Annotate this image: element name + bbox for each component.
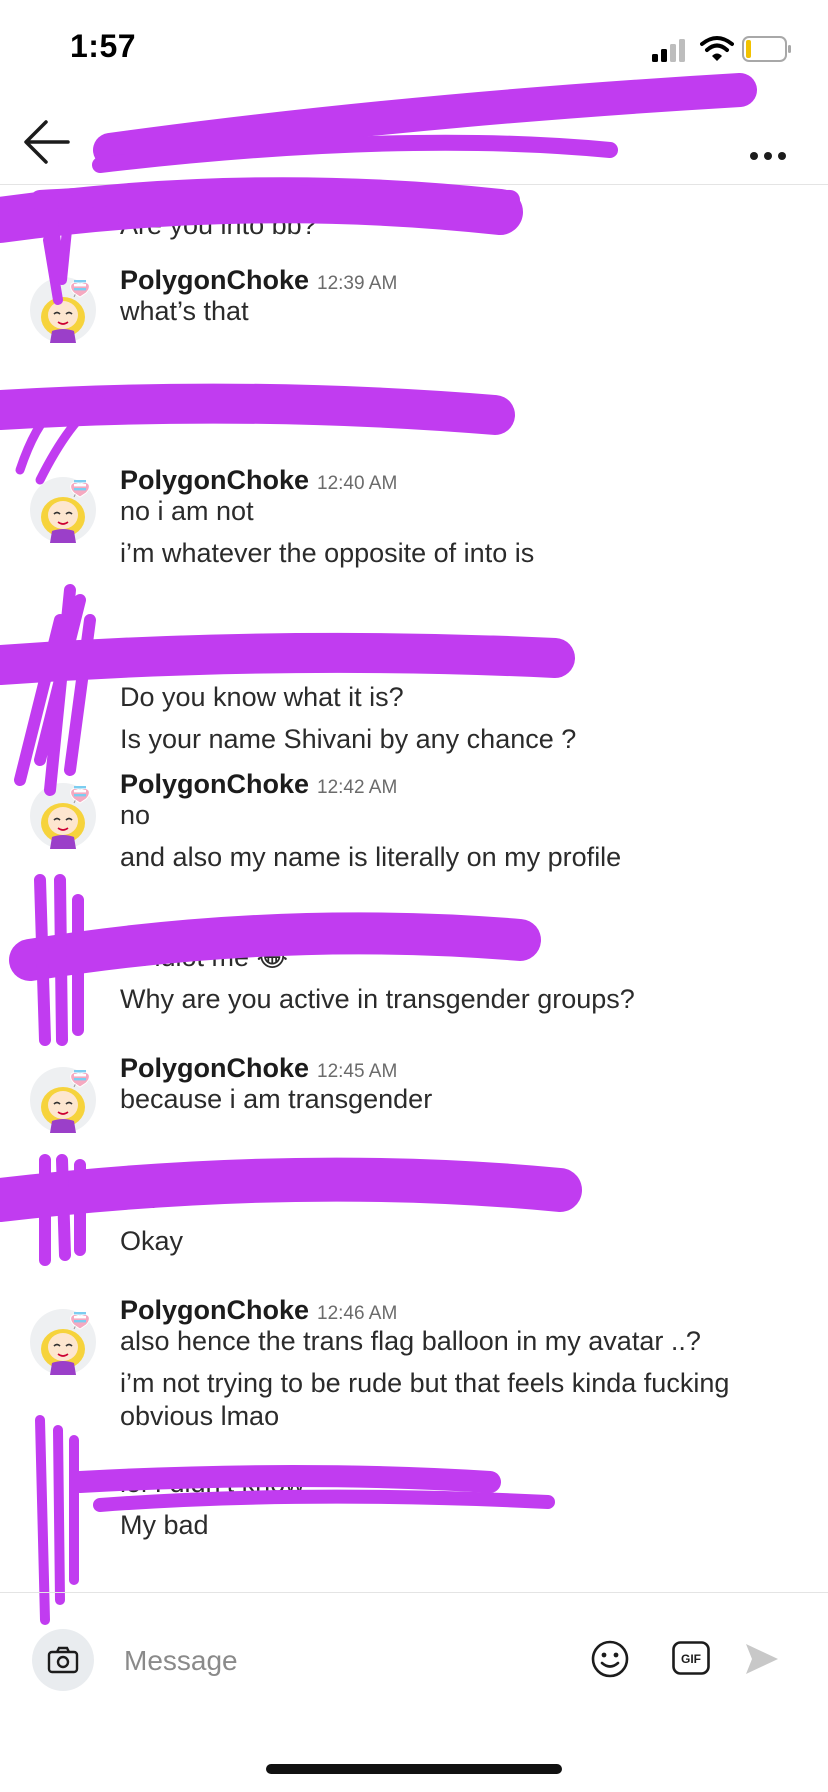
- message-timestamp: 12:40 AM: [317, 473, 398, 494]
- message-text: lol I didn’t know: [120, 1468, 305, 1498]
- message-text: Oh: [120, 1184, 157, 1214]
- message-text: Okay: [120, 1226, 184, 1256]
- back-arrow-icon[interactable]: [20, 114, 76, 170]
- emoji-icon[interactable]: [590, 1639, 630, 1679]
- message-text: Ballbusting?: [120, 384, 268, 414]
- message-text: because i am transgender: [120, 1084, 433, 1114]
- message-text: and also my name is literally on my prof…: [120, 842, 622, 872]
- avatar[interactable]: [30, 277, 96, 343]
- more-options-icon[interactable]: [740, 116, 796, 172]
- message-text: no: [120, 800, 151, 830]
- message-text: i’m not trying to be rude but that feels…: [120, 1368, 730, 1431]
- avatar[interactable]: [30, 783, 96, 849]
- camera-icon: [47, 1646, 79, 1674]
- message-timestamp: 12:46 AM: [317, 1303, 398, 1324]
- message-text: i’m whatever the opposite of into is: [120, 538, 535, 568]
- message-text: also hence the trans flag balloon in my …: [120, 1326, 701, 1356]
- sender-name[interactable]: PolygonChoke: [120, 1295, 309, 1325]
- home-indicator[interactable]: [266, 1764, 562, 1774]
- wifi-icon: [700, 36, 734, 61]
- message-text: what’s that: [120, 296, 249, 326]
- message-text: Are you into bb?: [120, 210, 317, 240]
- avatar[interactable]: [30, 477, 96, 543]
- message-text: no i am not: [120, 496, 254, 526]
- sender-name[interactable]: PolygonChoke: [120, 769, 309, 799]
- send-icon[interactable]: [744, 1641, 780, 1677]
- gif-label: GIF: [681, 1652, 701, 1666]
- sender-name[interactable]: PolygonChoke: [120, 465, 309, 495]
- message-header: PolygonChoke 12:40 AM: [120, 465, 397, 496]
- message-timestamp: 12:42 AM: [317, 777, 398, 798]
- message-composer: GIF: [0, 1592, 828, 1733]
- sender-name[interactable]: PolygonChoke: [120, 1053, 309, 1083]
- message-text: My bad: [120, 1510, 209, 1540]
- status-time: 1:57: [70, 28, 137, 64]
- message-timestamp: 12:39 AM: [317, 273, 398, 294]
- avatar[interactable]: [30, 1067, 96, 1133]
- message-text: Why are you active in transgender groups…: [120, 984, 635, 1014]
- message-list[interactable]: Are you into bb? PolygonChoke 12:39 AM wh…: [0, 185, 828, 1591]
- message-text: Is your name Shivani by any chance ?: [120, 724, 577, 754]
- battery-icon: [742, 36, 791, 62]
- status-bar: 1:57: [0, 0, 828, 100]
- message-text: lol idiot me 😂: [120, 942, 289, 972]
- message-header: PolygonChoke 12:39 AM: [120, 265, 397, 296]
- camera-button[interactable]: [32, 1629, 94, 1691]
- message-header: PolygonChoke 12:46 AM: [120, 1295, 397, 1326]
- message-input[interactable]: [122, 1637, 566, 1685]
- sender-name[interactable]: PolygonChoke: [120, 265, 309, 295]
- message-header: PolygonChoke 12:45 AM: [120, 1053, 397, 1084]
- chat-header: [0, 100, 828, 185]
- gif-icon[interactable]: GIF: [672, 1641, 710, 1675]
- message-header: PolygonChoke 12:42 AM: [120, 769, 397, 800]
- message-timestamp: 12:45 AM: [317, 1061, 398, 1082]
- message-text: Do you know what it is?: [120, 682, 404, 712]
- avatar[interactable]: [30, 1309, 96, 1375]
- cellular-signal-icon: [652, 39, 685, 62]
